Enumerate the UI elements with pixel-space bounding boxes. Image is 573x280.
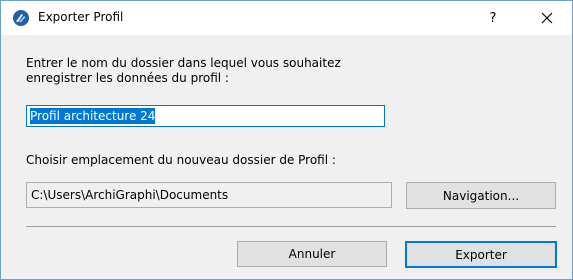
export-button-label: Exporter: [455, 247, 507, 262]
folder-name-prompt: Entrer le nom du dossier dans lequel vou…: [26, 56, 341, 85]
folder-name-value: Profil architecture 24: [30, 108, 156, 124]
close-button[interactable]: [524, 3, 570, 33]
navigation-button[interactable]: Navigation...: [406, 182, 556, 209]
title-bar: Exporter Profil ?: [1, 1, 572, 35]
location-label: Choisir emplacement du nouveau dossier d…: [26, 153, 336, 167]
cancel-button-label: Annuler: [288, 247, 336, 261]
archicad-logo-icon: [13, 10, 29, 26]
window-title: Exporter Profil: [38, 10, 124, 24]
navigation-button-label: Navigation...: [442, 188, 520, 203]
separator: [26, 226, 556, 227]
close-icon: [541, 12, 553, 24]
folder-name-input[interactable]: Profil architecture 24: [26, 105, 385, 127]
export-button[interactable]: Exporter: [405, 241, 557, 268]
profile-path-value: C:\Users\ArchiGraphi\Documents: [31, 188, 229, 202]
help-button[interactable]: ?: [471, 3, 515, 33]
profile-path-field[interactable]: C:\Users\ArchiGraphi\Documents: [26, 182, 392, 208]
help-label: ?: [489, 10, 497, 26]
export-profile-dialog: Exporter Profil ? Entrer le nom du dossi…: [0, 0, 573, 280]
cancel-button[interactable]: Annuler: [237, 241, 387, 267]
